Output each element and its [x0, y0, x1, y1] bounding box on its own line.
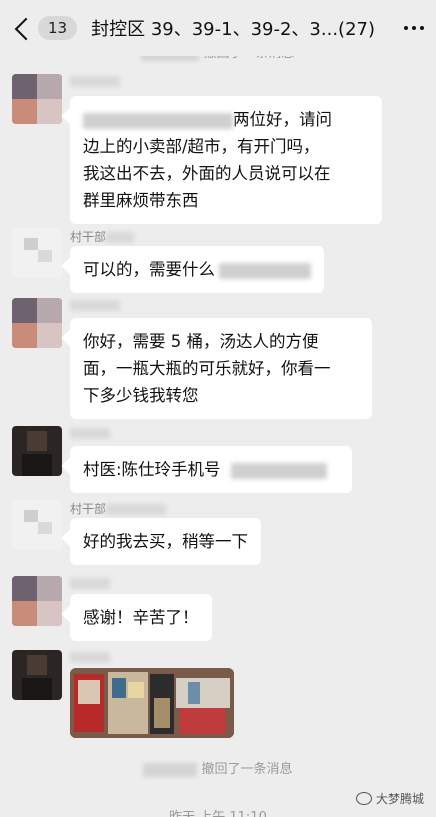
- sender-name-text: 村干部: [70, 502, 107, 516]
- message-text: 感谢！辛苦了！: [83, 608, 199, 627]
- shop-photo-image: [70, 668, 234, 738]
- blurred-name: [143, 762, 198, 777]
- message-line: 群里麻烦带东西: [83, 191, 199, 210]
- message-bubble[interactable]: 村医:陈仕玲手机号: [70, 446, 352, 493]
- message-line: 面，一瓶大瓶的可乐就好，你看一: [83, 359, 331, 378]
- message-line: 两位好，请问: [83, 106, 369, 133]
- watermark: 大梦腾城: [355, 790, 424, 807]
- sender-name: [70, 576, 110, 590]
- sender-name: [70, 650, 110, 664]
- blurred-sender: [70, 578, 110, 589]
- message-text: 两位好，请问: [233, 110, 332, 129]
- avatar[interactable]: [12, 426, 62, 476]
- sender-name: [70, 298, 120, 312]
- avatar[interactable]: [12, 74, 62, 124]
- blurred-phone: [230, 462, 327, 479]
- message-line: 我这出不去，外面的人员说可以在: [83, 164, 331, 183]
- blurred-sender: [70, 652, 110, 663]
- sender-name-text: 村干部: [70, 230, 107, 244]
- system-message-recall-text: 撤回了一条消息: [201, 762, 293, 777]
- wechat-logo-icon: [355, 792, 372, 805]
- message-bubble[interactable]: 好的我去买，稍等一下: [70, 518, 261, 565]
- message-line: 下多少钱我转您: [83, 386, 199, 405]
- watermark-text: 大梦腾城: [375, 792, 424, 806]
- timestamp: 昨天 上午 11:10: [0, 806, 436, 817]
- message-line: 边上的小卖部/超市，有开门吗，: [83, 137, 320, 156]
- message-bubble[interactable]: 可以的，需要什么: [70, 246, 324, 293]
- message-text: 好的我去买，稍等一下: [83, 532, 248, 551]
- avatar[interactable]: [12, 228, 62, 278]
- blurred-sender: [70, 428, 110, 439]
- chat-title: 封控区 39、39-1、39-2、3...(27): [91, 15, 396, 41]
- blurred-sender: [106, 504, 167, 515]
- shop-photo[interactable]: [70, 668, 234, 738]
- message-bubble[interactable]: 你好，需要 5 桶，汤达人的方便 面，一瓶大瓶的可乐就好，你看一 下多少钱我转您: [70, 318, 372, 419]
- message-bubble[interactable]: 两位好，请问 边上的小卖部/超市，有开门吗， 我这出不去，外面的人员说可以在 群…: [70, 96, 382, 224]
- chat-title-text: 封控区 39、39-1、39-2、3...: [91, 19, 339, 40]
- avatar[interactable]: [12, 650, 62, 700]
- avatar[interactable]: [12, 298, 62, 348]
- avatar[interactable]: [12, 576, 62, 626]
- more-options-icon[interactable]: [404, 26, 424, 30]
- avatar[interactable]: [12, 500, 62, 550]
- system-message-recall: 撤回了一条消息: [0, 758, 436, 777]
- sender-name: 村干部: [70, 500, 167, 517]
- sender-name: [70, 426, 110, 440]
- sender-name: 村干部: [70, 228, 135, 245]
- blurred-text: [219, 262, 311, 279]
- message-text: 村医:陈仕玲手机号: [83, 460, 221, 479]
- message-line: 你好，需要 5 桶，汤达人的方便: [83, 332, 319, 351]
- back-arrow-icon[interactable]: [12, 13, 34, 43]
- chat-header: 13 封控区 39、39-1、39-2、3...(27): [0, 0, 436, 56]
- unread-count-badge[interactable]: 13: [38, 16, 78, 40]
- member-count: (27): [338, 19, 375, 40]
- sender-name: [70, 74, 120, 88]
- blurred-mention: [83, 112, 233, 129]
- message-text: 可以的，需要什么: [83, 260, 215, 279]
- blurred-sender: [106, 232, 135, 243]
- message-bubble[interactable]: 感谢！辛苦了！: [70, 594, 212, 641]
- blurred-sender: [70, 76, 120, 87]
- blurred-sender: [70, 300, 120, 311]
